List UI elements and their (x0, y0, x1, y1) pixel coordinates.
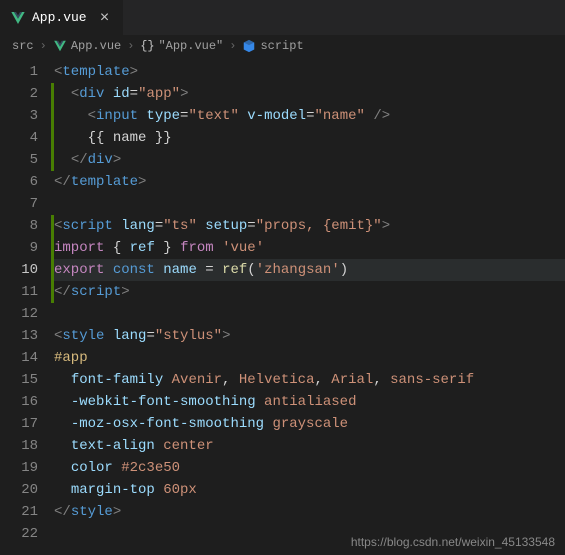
line-number: 14 (0, 347, 54, 369)
line-number: 21 (0, 501, 54, 523)
git-added-indicator (51, 83, 54, 105)
line-number: 19 (0, 457, 54, 479)
git-added-indicator (51, 237, 54, 259)
breadcrumb-section[interactable]: script (260, 39, 303, 53)
code-line[interactable]: -webkit-font-smoothing antialiased (54, 391, 565, 413)
code-line[interactable]: export const name = ref('zhangsan') (54, 259, 565, 281)
line-number: 22 (0, 523, 54, 545)
code-line[interactable]: <script lang="ts" setup="props, {emit}"> (54, 215, 565, 237)
breadcrumb-symbol[interactable]: "App.vue" (158, 39, 223, 53)
vue-icon (10, 10, 26, 26)
line-number: 15 (0, 369, 54, 391)
line-number: 1 (0, 61, 54, 83)
git-added-indicator (51, 281, 54, 303)
code-line[interactable]: -moz-osx-font-smoothing grayscale (54, 413, 565, 435)
code-line[interactable]: </style> (54, 501, 565, 523)
code-line[interactable]: </div> (54, 149, 565, 171)
line-number: 18 (0, 435, 54, 457)
chevron-right-icon: › (127, 39, 134, 53)
breadcrumb-src[interactable]: src (12, 39, 34, 53)
code-line[interactable]: import { ref } from 'vue' (54, 237, 565, 259)
line-number: 9 (0, 237, 54, 259)
code-area[interactable]: <template> <div id="app"> <input type="t… (54, 57, 565, 555)
line-number: 2 (0, 83, 54, 105)
line-number: 7 (0, 193, 54, 215)
line-gutter: 1 2 3 4 5 6 7 8 9 10 11 12 13 14 15 16 1… (0, 57, 54, 555)
code-line[interactable]: {{ name }} (54, 127, 565, 149)
line-number: 20 (0, 479, 54, 501)
code-line[interactable]: <div id="app"> (54, 83, 565, 105)
tab-bar: App.vue × (0, 0, 565, 35)
line-number: 17 (0, 413, 54, 435)
code-line[interactable]: <input type="text" v-model="name" /> (54, 105, 565, 127)
line-number: 5 (0, 149, 54, 171)
tab-app-vue[interactable]: App.vue × (0, 0, 124, 35)
code-line[interactable]: <style lang="stylus"> (54, 325, 565, 347)
code-line[interactable] (54, 303, 565, 325)
line-number: 10 (0, 259, 54, 281)
editor[interactable]: 1 2 3 4 5 6 7 8 9 10 11 12 13 14 15 16 1… (0, 57, 565, 555)
chevron-right-icon: › (229, 39, 236, 53)
line-number: 8 (0, 215, 54, 237)
watermark: https://blog.csdn.net/weixin_45133548 (351, 535, 555, 549)
chevron-right-icon: › (40, 39, 47, 53)
line-number: 12 (0, 303, 54, 325)
line-number: 16 (0, 391, 54, 413)
line-number: 3 (0, 105, 54, 127)
line-number: 11 (0, 281, 54, 303)
cube-icon (242, 39, 256, 53)
code-line[interactable]: color #2c3e50 (54, 457, 565, 479)
tab-label: App.vue (32, 10, 87, 25)
breadcrumb[interactable]: src › App.vue › {} "App.vue" › script (0, 35, 565, 57)
code-line[interactable]: </template> (54, 171, 565, 193)
line-number: 4 (0, 127, 54, 149)
code-line[interactable]: font-family Avenir, Helvetica, Arial, sa… (54, 369, 565, 391)
git-added-indicator (51, 105, 54, 127)
code-line[interactable]: margin-top 60px (54, 479, 565, 501)
code-line[interactable]: </script> (54, 281, 565, 303)
line-number: 13 (0, 325, 54, 347)
close-icon[interactable]: × (97, 10, 113, 26)
code-line[interactable]: <template> (54, 61, 565, 83)
git-added-indicator (51, 259, 54, 281)
git-added-indicator (51, 127, 54, 149)
line-number: 6 (0, 171, 54, 193)
code-line[interactable]: #app (54, 347, 565, 369)
code-line[interactable] (54, 193, 565, 215)
braces-icon: {} (140, 39, 154, 53)
git-added-indicator (51, 215, 54, 237)
vue-icon (53, 39, 67, 53)
breadcrumb-file[interactable]: App.vue (71, 39, 121, 53)
code-line[interactable]: text-align center (54, 435, 565, 457)
git-added-indicator (51, 149, 54, 171)
